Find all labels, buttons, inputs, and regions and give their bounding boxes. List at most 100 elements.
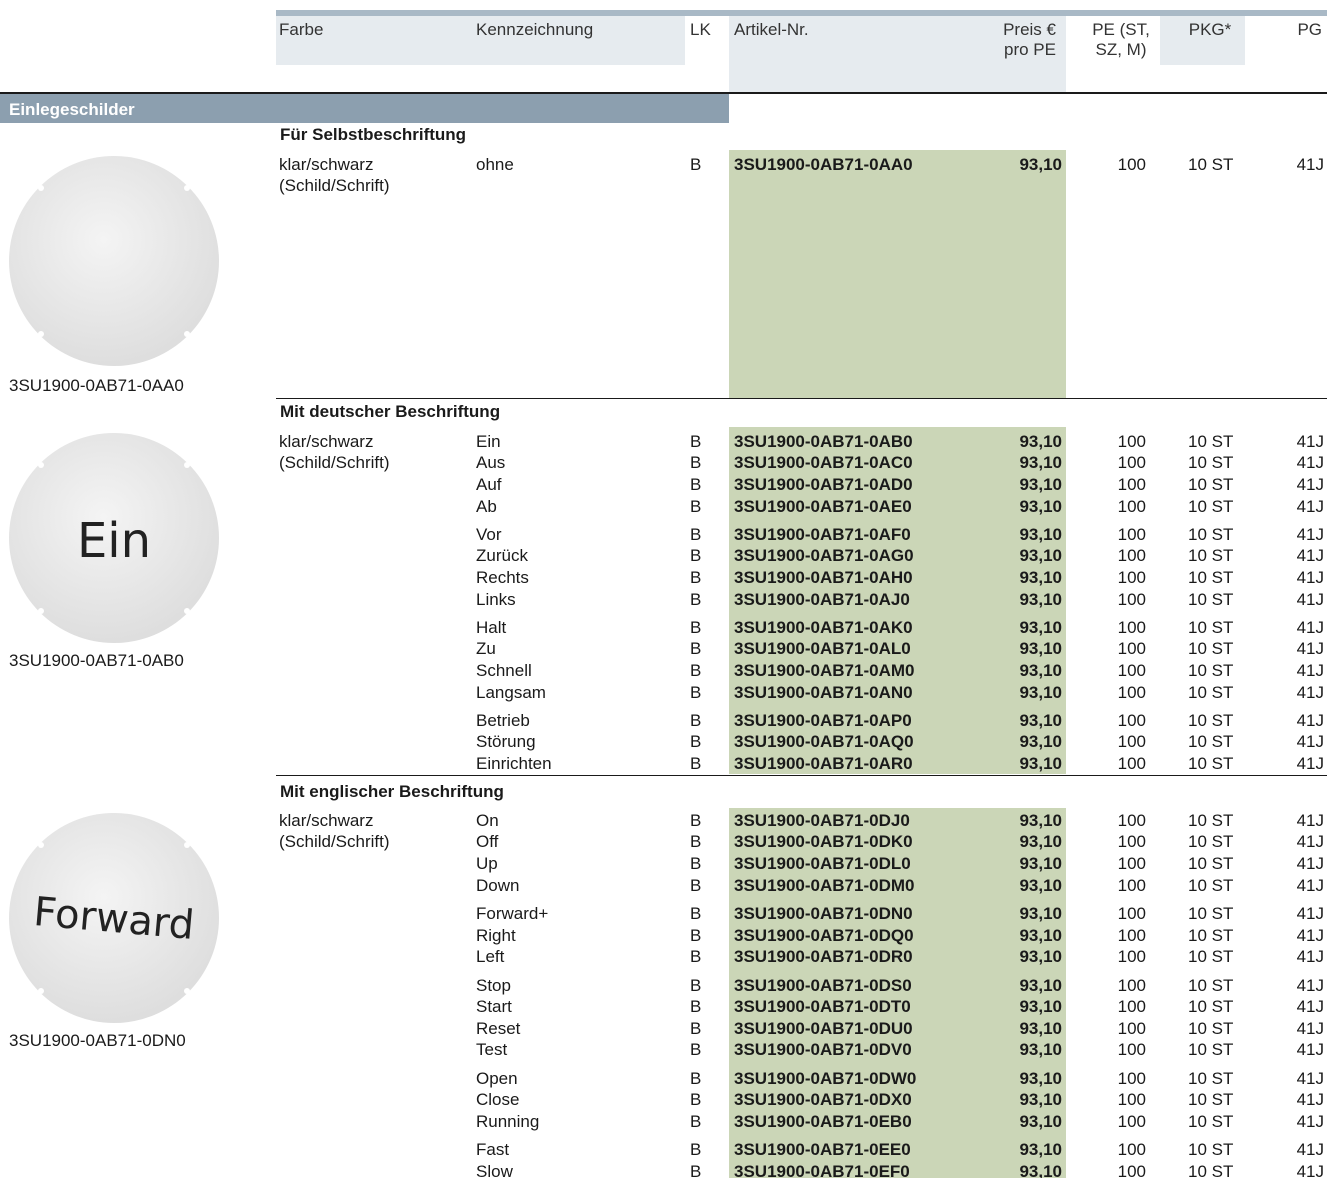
row-lk: B	[690, 732, 702, 751]
row-artikel-nr: 3SU1900-0AB71-0AG0	[734, 546, 914, 565]
row-pg: 41J	[1296, 618, 1324, 637]
row-lk: B	[690, 568, 702, 587]
row-artikel-nr: 3SU1900-0AB71-0AL0	[734, 639, 911, 658]
row-pkg: 10 ST	[1188, 997, 1234, 1016]
header-pe: PE (ST, SZ, M)	[1076, 20, 1166, 60]
row-pg: 41J	[1296, 832, 1324, 851]
row-artikel-nr: 3SU1900-0AB71-0AH0	[734, 568, 913, 587]
header-pg: PG	[1297, 20, 1322, 39]
row-artikel-nr: 3SU1900-0AB71-0DW0	[734, 1069, 917, 1088]
row-lk: B	[690, 1069, 702, 1088]
row-pkg: 10 ST	[1188, 854, 1234, 873]
row-pg: 41J	[1296, 568, 1324, 587]
row-kennzeichnung: Störung	[476, 732, 536, 751]
row-artikel-nr: 3SU1900-0AB71-0AM0	[734, 661, 915, 680]
row-pkg: 10 ST	[1188, 976, 1234, 995]
row-kennzeichnung: Langsam	[476, 683, 546, 702]
row-preis: 93,10	[1019, 811, 1062, 830]
row-kennzeichnung: Down	[476, 876, 520, 895]
row-pg: 41J	[1296, 683, 1324, 702]
row-pg: 41J	[1296, 876, 1324, 895]
row-pg: 41J	[1296, 904, 1324, 923]
row-preis: 93,10	[1019, 568, 1062, 587]
row-pe: 100	[1117, 1019, 1146, 1038]
row-pg: 41J	[1296, 711, 1324, 730]
row-pe: 100	[1117, 876, 1146, 895]
row-preis: 93,10	[1019, 590, 1062, 609]
row-pe: 100	[1117, 639, 1146, 658]
row-preis: 93,10	[1019, 854, 1062, 873]
row-pg: 41J	[1296, 475, 1324, 494]
row-lk: B	[690, 475, 702, 494]
row-pkg: 10 ST	[1188, 475, 1234, 494]
row-kennzeichnung: Forward+	[476, 904, 549, 923]
header-preis-line1: Preis €	[1003, 20, 1056, 39]
farbe-line1: klar/schwarz	[279, 432, 374, 451]
row-lk: B	[690, 997, 702, 1016]
row-preis: 93,10	[1019, 711, 1062, 730]
row-lk: B	[690, 661, 702, 680]
row-artikel-nr: 3SU1900-0AB71-0EF0	[734, 1162, 910, 1178]
row-pg: 41J	[1296, 546, 1324, 565]
row-pkg: 10 ST	[1188, 926, 1234, 945]
row-pkg: 10 ST	[1188, 947, 1234, 966]
row-artikel-nr: 3SU1900-0AB71-0DV0	[734, 1040, 912, 1059]
row-kennzeichnung: Left	[476, 947, 505, 966]
row-kennzeichnung: Close	[476, 1090, 520, 1109]
farbe-line2: (Schild/Schrift)	[279, 453, 390, 472]
row-artikel-nr: 3SU1900-0AB71-0DS0	[734, 976, 912, 995]
row-pkg: 10 ST	[1188, 1019, 1234, 1038]
row-preis: 93,10	[1019, 475, 1062, 494]
row-pg: 41J	[1296, 432, 1324, 451]
row-preis: 93,10	[1019, 155, 1062, 174]
row-pkg: 10 ST	[1188, 453, 1234, 472]
row-pe: 100	[1117, 155, 1146, 174]
row-pg: 41J	[1296, 639, 1324, 658]
row-pe: 100	[1117, 754, 1146, 773]
row-lk: B	[690, 1140, 702, 1159]
row-preis: 93,10	[1019, 1019, 1062, 1038]
row-lk: B	[690, 832, 702, 851]
group-title-deutsch: Mit deutscher Beschriftung	[280, 402, 501, 421]
row-pe: 100	[1117, 568, 1146, 587]
row-pe: 100	[1117, 1162, 1146, 1178]
row-lk: B	[690, 497, 702, 516]
row-pe: 100	[1117, 618, 1146, 637]
row-pe: 100	[1117, 832, 1146, 851]
image-caption-2: 3SU1900-0AB71-0AB0	[9, 651, 184, 670]
row-lk: B	[690, 639, 702, 658]
row-pkg: 10 ST	[1188, 811, 1234, 830]
row-kennzeichnung: Stop	[476, 976, 511, 995]
row-pe: 100	[1117, 590, 1146, 609]
row-pg: 41J	[1296, 453, 1324, 472]
row-lk: B	[690, 947, 702, 966]
row-kennzeichnung: Aus	[476, 453, 506, 472]
row-artikel-nr: 3SU1900-0AB71-0AF0	[734, 525, 911, 544]
row-kennzeichnung: Open	[476, 1069, 518, 1088]
row-artikel-nr: 3SU1900-0AB71-0DU0	[734, 1019, 913, 1038]
row-pg: 41J	[1296, 1162, 1324, 1178]
row-lk: B	[690, 854, 702, 873]
row-kennzeichnung: Right	[476, 926, 516, 945]
row-pg: 41J	[1296, 754, 1324, 773]
header-pe-line2: SZ, M)	[1095, 40, 1147, 59]
row-pg: 41J	[1296, 525, 1324, 544]
row-pg: 41J	[1296, 1112, 1324, 1131]
row-artikel-nr: 3SU1900-0AB71-0DL0	[734, 854, 911, 873]
row-kennzeichnung: Off	[476, 832, 499, 851]
row-preis: 93,10	[1019, 997, 1062, 1016]
row-lk: B	[690, 683, 702, 702]
row-pkg: 10 ST	[1188, 525, 1234, 544]
row-preis: 93,10	[1019, 947, 1062, 966]
row-pe: 100	[1117, 1112, 1146, 1131]
row-artikel-nr: 3SU1900-0AB71-0AC0	[734, 453, 913, 472]
image-caption-1: 3SU1900-0AB71-0AA0	[9, 376, 184, 395]
row-lk: B	[690, 618, 702, 637]
row-kennzeichnung: Auf	[476, 475, 502, 494]
farbe-group1: klar/schwarz (Schild/Schrift)	[279, 154, 390, 196]
row-pe: 100	[1117, 1140, 1146, 1159]
row-pe: 100	[1117, 926, 1146, 945]
row-preis: 93,10	[1019, 639, 1062, 658]
row-artikel-nr: 3SU1900-0AB71-0DT0	[734, 997, 911, 1016]
row-kennzeichnung: Slow	[476, 1162, 513, 1178]
